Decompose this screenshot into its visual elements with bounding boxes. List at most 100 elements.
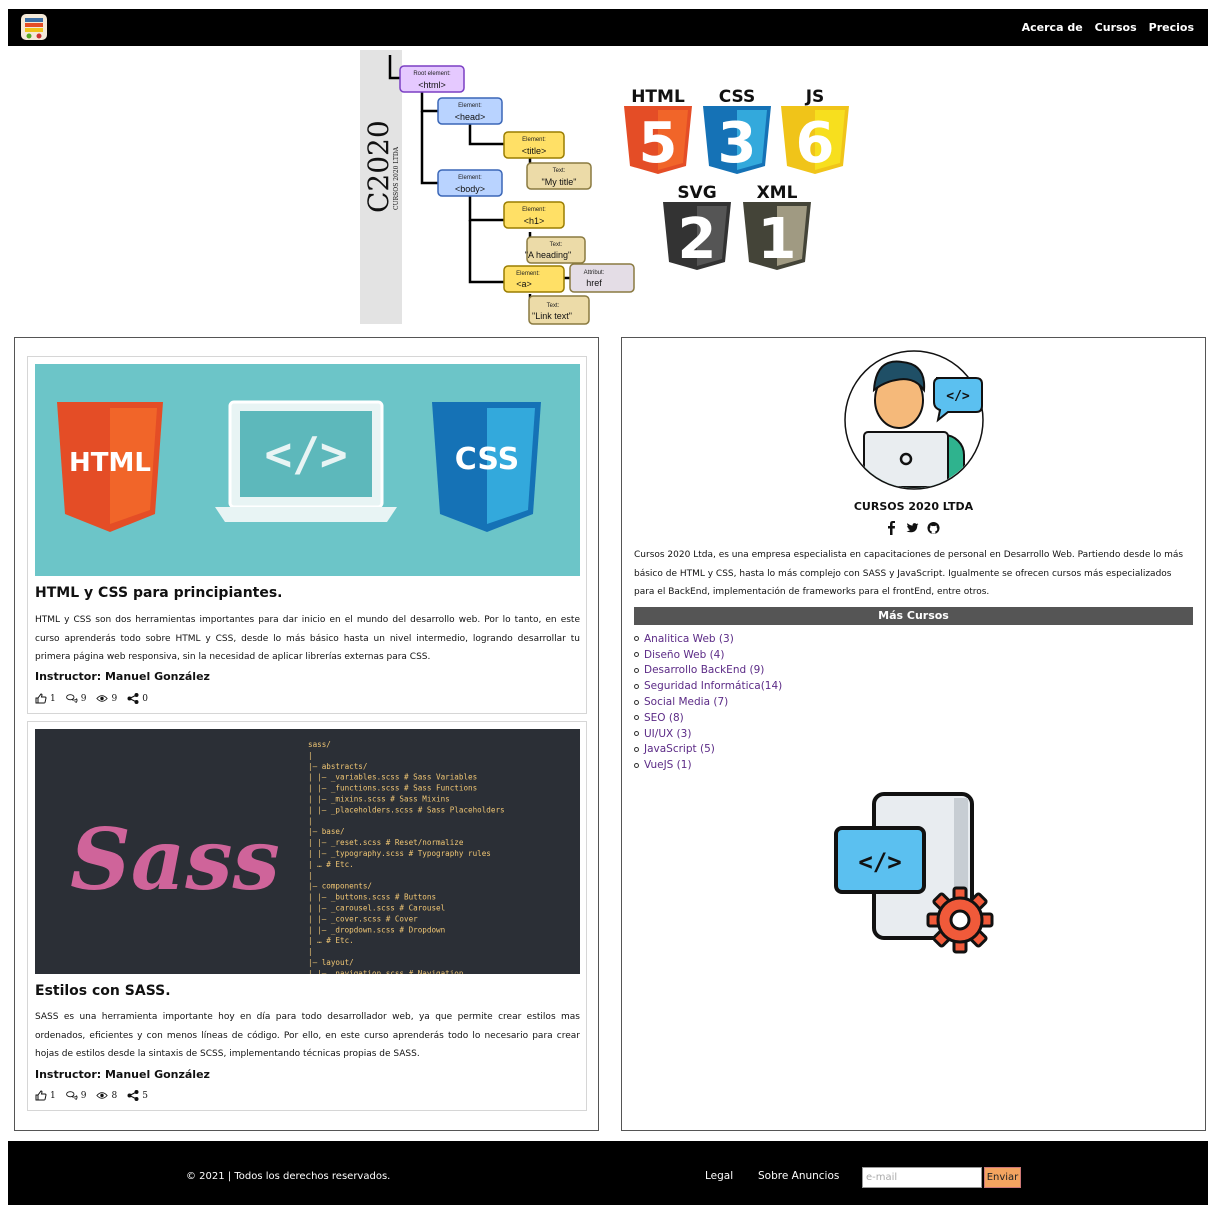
dom-node-href: Attribut: href: [569, 263, 635, 293]
dom-node-text-title: Text: "My title": [526, 162, 592, 190]
send-button[interactable]: Enviar: [984, 1167, 1021, 1188]
email-input[interactable]: [862, 1167, 982, 1188]
code-line: | |– _mixins.scss # Sass Mixins: [308, 795, 450, 804]
code-line: | |– _dropdown.scss # Dropdown: [308, 925, 445, 934]
course-link[interactable]: Seguridad Informática(14): [644, 680, 782, 692]
books-logo-icon[interactable]: [20, 13, 48, 41]
code-line: |: [308, 751, 313, 760]
svg-text:1: 1: [758, 207, 797, 272]
course-image-html-css[interactable]: HTML </> CSS: [35, 364, 580, 576]
dom-node-a: Element: <a>: [503, 265, 565, 293]
code-line: |: [308, 871, 313, 880]
code-line: |: [308, 947, 313, 956]
tree-brand-small: CURSOS 2020 LTDA: [393, 146, 400, 210]
course-link[interactable]: VueJS (1): [644, 759, 692, 771]
more-courses-list: Analitica Web (3) Diseño Web (4) Desarro…: [634, 631, 782, 773]
course-link[interactable]: UI/UX (3): [644, 728, 691, 740]
dom-node-h1: Element: <h1>: [503, 201, 565, 229]
facebook-icon[interactable]: [885, 521, 898, 535]
svg-text:"A heading": "A heading": [525, 250, 571, 260]
more-courses-heading: Más Cursos: [634, 607, 1193, 625]
code-line: | |– _buttons.scss # Buttons: [308, 893, 436, 902]
svg-text:"My title": "My title": [542, 177, 577, 187]
top-navbar: Acerca de Cursos Precios: [8, 9, 1208, 46]
svg-text:</>: </>: [946, 389, 970, 404]
course-link[interactable]: SEO (8): [644, 712, 684, 724]
dom-node-html: Root element: <html>: [399, 65, 465, 93]
footer-link-ads[interactable]: Sobre Anuncios: [758, 1170, 839, 1182]
likes-stat[interactable]: 1: [35, 693, 56, 704]
laptop-code-label: </>: [264, 427, 347, 481]
dom-node-body: Element: <body>: [437, 169, 503, 197]
views-count: 8: [111, 1090, 118, 1101]
course-link[interactable]: Analitica Web (3): [644, 633, 734, 645]
bullet-icon: [634, 699, 639, 705]
svg-text:2: 2: [678, 207, 717, 272]
shares-stat[interactable]: 0: [127, 693, 148, 704]
svg-text:<a>: <a>: [516, 279, 532, 289]
eye-icon: [96, 1092, 109, 1099]
badge-css: CSS 3: [703, 87, 771, 176]
nav-link-courses[interactable]: Cursos: [1095, 21, 1137, 34]
comments-count: 9: [80, 693, 87, 704]
web-development-icon: </>: [834, 792, 994, 954]
code-line: | |– _variables.scss # Sass Variables: [308, 773, 477, 782]
course-image-sass[interactable]: Sass sass/ | |– abstracts/ | |– _variables.…: [35, 729, 580, 974]
course-link[interactable]: Desarrollo BackEnd (9): [644, 664, 764, 676]
bullet-icon: [634, 762, 639, 768]
badge-xml: XML 1: [743, 183, 811, 272]
nav-link-about[interactable]: Acerca de: [1022, 21, 1083, 34]
course-link[interactable]: Social Media (7): [644, 696, 728, 708]
eye-icon: [96, 695, 109, 702]
svg-text:Text:: Text:: [547, 303, 560, 309]
svg-text:<h1>: <h1>: [524, 216, 545, 226]
course-description: SASS es una herramienta importante hoy e…: [35, 1012, 580, 1059]
badge-html: HTML 5: [624, 87, 692, 176]
likes-count: 1: [50, 1090, 56, 1101]
svg-text:Element:: Element:: [522, 137, 546, 143]
likes-stat[interactable]: 1: [35, 1090, 56, 1101]
course-title[interactable]: HTML y CSS para principiantes.: [35, 585, 283, 601]
shares-count: 5: [142, 1090, 148, 1101]
sass-logo: Sass: [70, 810, 280, 909]
bullet-icon: [634, 715, 639, 721]
course-card-sass[interactable]: Sass sass/ | |– abstracts/ | |– _variables.…: [27, 721, 587, 1111]
bullet-icon: [634, 746, 639, 752]
comments-stat[interactable]: 9: [65, 1090, 86, 1101]
svg-text:3: 3: [718, 111, 757, 176]
footer-link-legal[interactable]: Legal: [705, 1170, 733, 1182]
sidebar-panel: </> CURSOS 2020 LTDA Cursos 2020 Ltda, e…: [621, 337, 1206, 1131]
course-card-html-css[interactable]: HTML </> CSS HTML y CSS para principiant…: [27, 356, 587, 714]
github-icon[interactable]: [927, 521, 940, 535]
svg-text:Element:: Element:: [516, 271, 540, 277]
nav-link-prices[interactable]: Precios: [1149, 21, 1194, 34]
social-links: [885, 521, 940, 535]
svg-text:<head>: <head>: [455, 112, 486, 122]
css-shield-label: CSS: [455, 442, 519, 477]
dom-node-head: Element: <head>: [437, 97, 503, 125]
views-count: 9: [111, 693, 118, 704]
code-line: |: [308, 816, 313, 825]
dom-node-text-heading: Text: "A heading": [525, 236, 586, 264]
svg-text:<title>: <title>: [522, 146, 547, 156]
course-instructor: Instructor: Manuel González: [35, 670, 210, 683]
shares-stat[interactable]: 5: [127, 1090, 148, 1101]
company-name: CURSOS 2020 LTDA: [853, 500, 974, 513]
html-shield-label: HTML: [69, 448, 151, 478]
course-stats: 1 9 8 5: [35, 1090, 148, 1101]
comments-icon: [65, 1091, 78, 1100]
copyright-text: © 2021 | Todos los derechos reservados.: [186, 1171, 391, 1182]
svg-text:href: href: [586, 278, 602, 288]
list-item: Analitica Web (3): [634, 631, 782, 647]
list-item: Seguridad Informática(14): [634, 678, 782, 694]
course-title[interactable]: Estilos con SASS.: [35, 983, 171, 999]
share-icon: [127, 693, 139, 704]
courses-panel: HTML </> CSS HTML y CSS para principiant…: [14, 337, 599, 1131]
course-link[interactable]: JavaScript (5): [644, 743, 715, 755]
twitter-icon[interactable]: [906, 521, 919, 535]
comments-stat[interactable]: 9: [65, 693, 87, 704]
code-line: |– base/: [308, 827, 345, 836]
company-about: Cursos 2020 Ltda, es una empresa especia…: [634, 550, 1184, 597]
svg-text:XML: XML: [757, 183, 798, 203]
course-link[interactable]: Diseño Web (4): [644, 649, 724, 661]
